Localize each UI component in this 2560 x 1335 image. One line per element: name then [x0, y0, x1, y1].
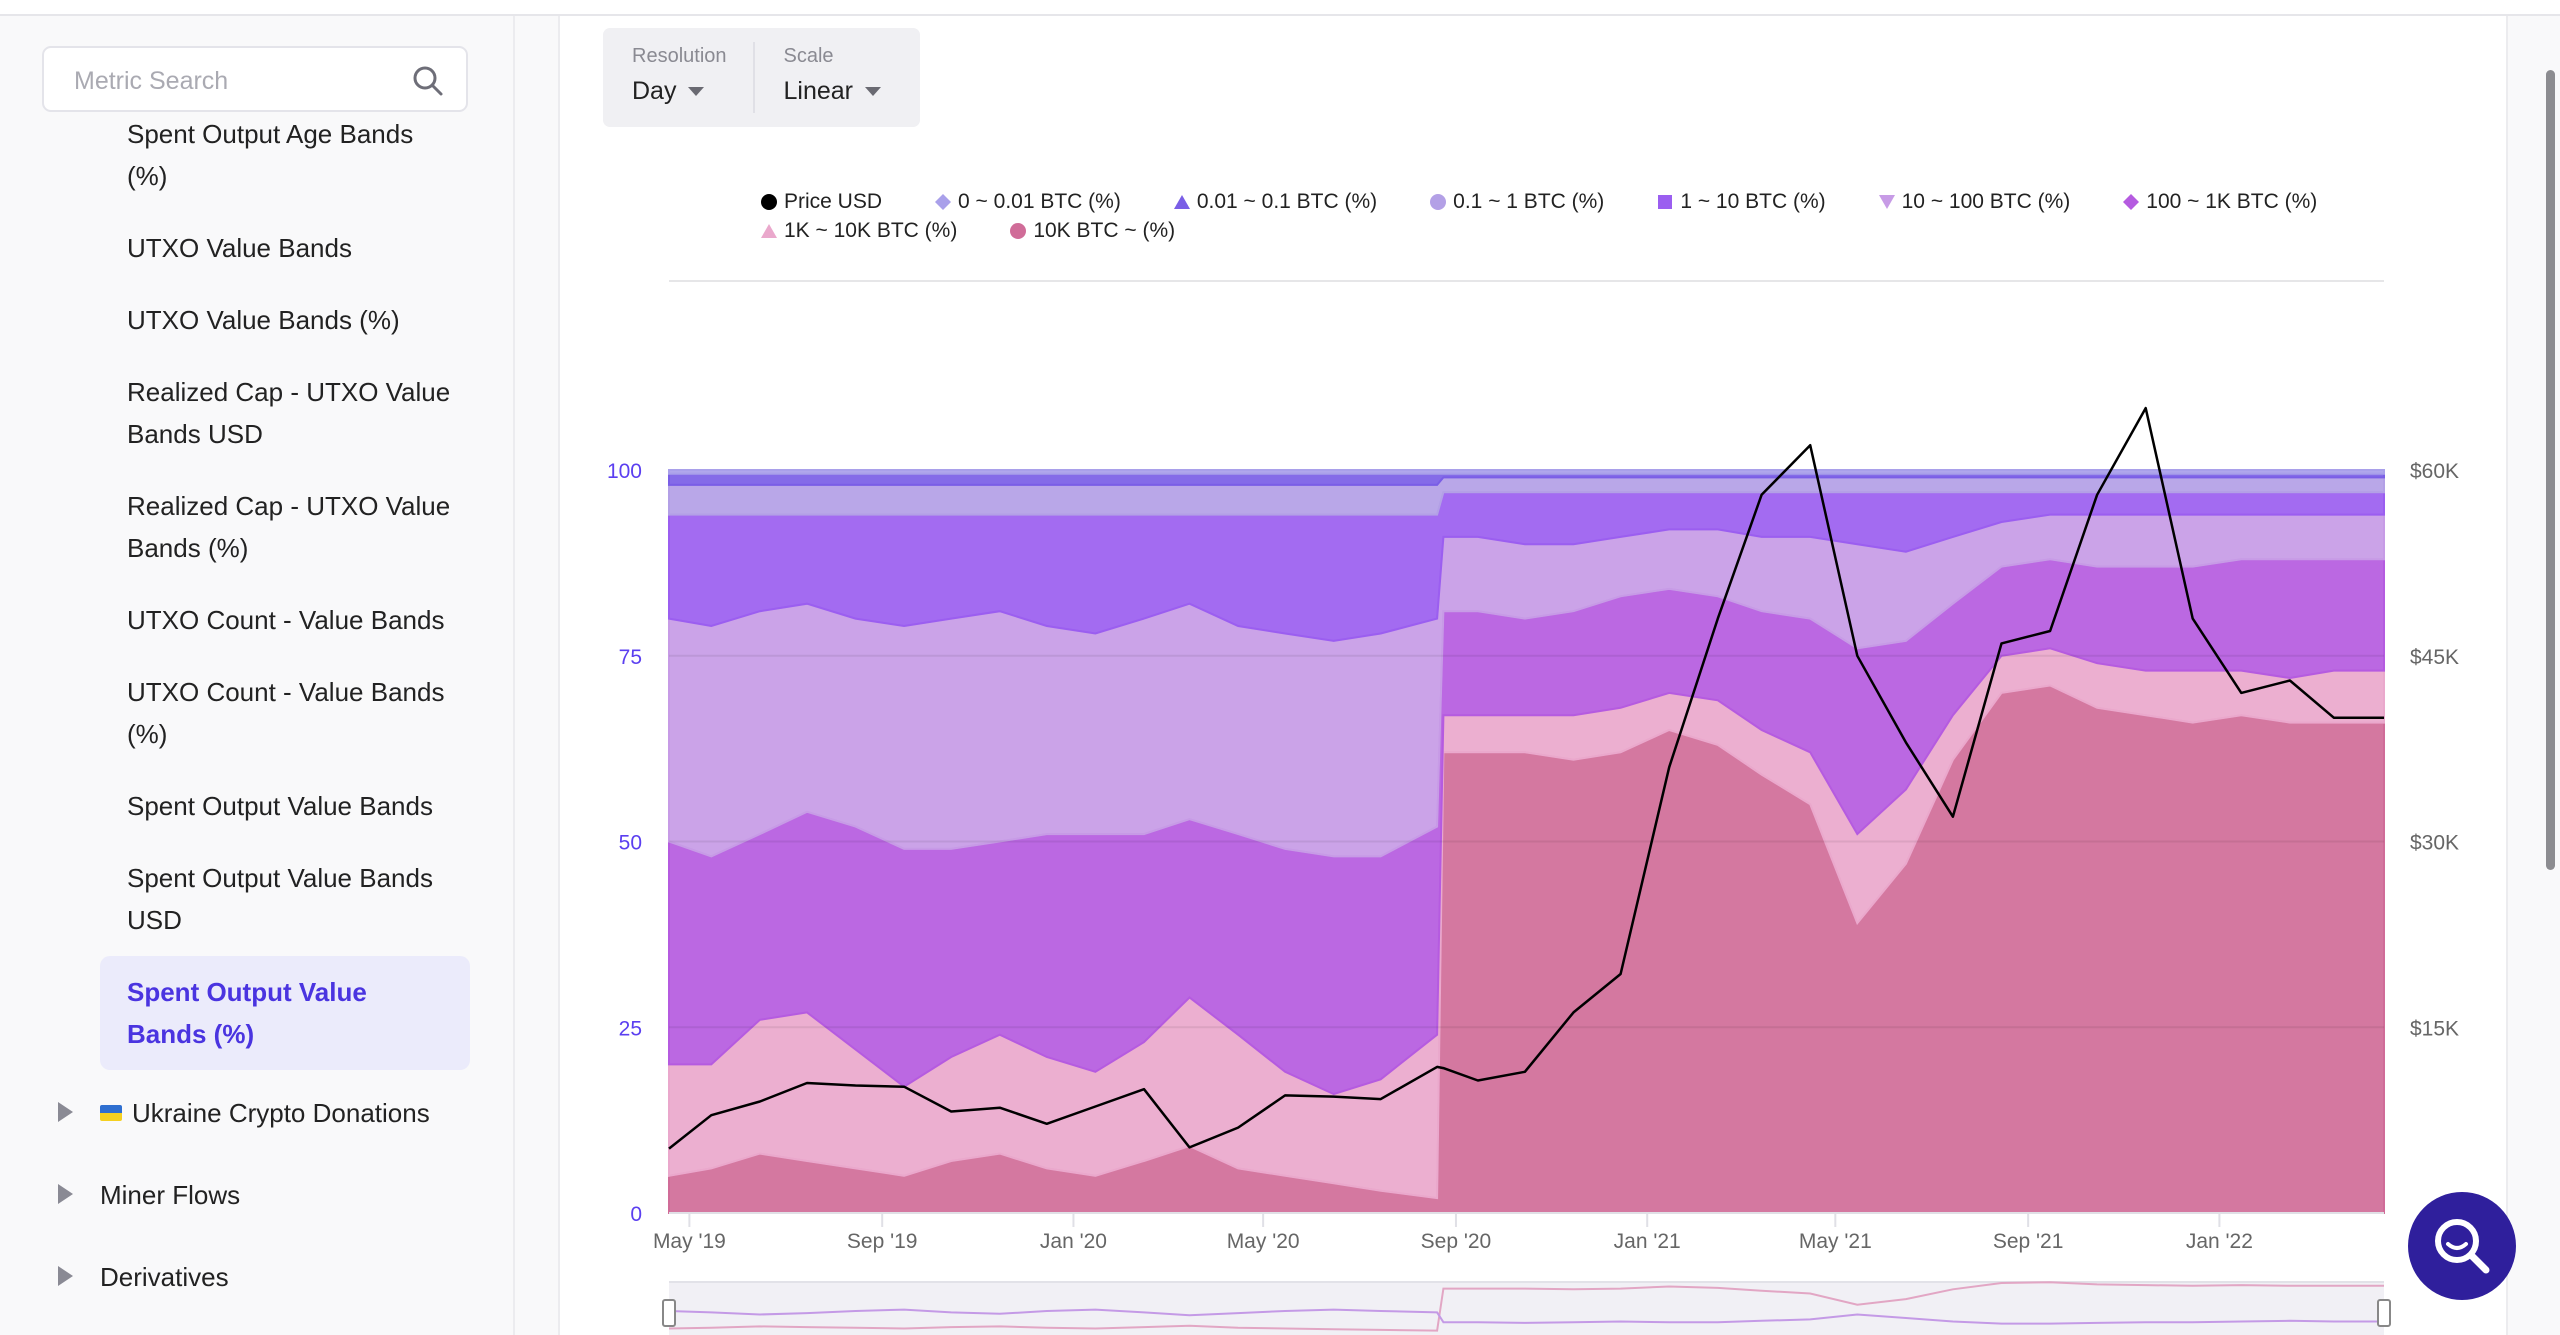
y-left-tick-label: 25: [619, 1017, 642, 1040]
sidebar-group-label: Miner Flows: [100, 1180, 241, 1210]
legend-item-1-10-btc[interactable]: 1 ~ 10 BTC (%): [1656, 189, 1826, 214]
scale-value: Linear: [783, 77, 854, 105]
sidebar-item-label: Spent Output Age Bands (%): [127, 119, 414, 191]
resolution-label: Resolution: [632, 45, 727, 67]
caret-down-icon: [688, 86, 705, 96]
legend-label: 0 ~ 0.01 BTC (%): [958, 189, 1121, 213]
navigator-left-handle[interactable]: [662, 1299, 676, 1327]
scale-select[interactable]: Scale Linear: [755, 28, 882, 127]
sidebar: Spent Output Age Bands (%) UTXO Value Ba…: [0, 16, 515, 1335]
sidebar-item-utxo-value-bands-pct[interactable]: UTXO Value Bands (%): [100, 284, 470, 356]
sidebar-item-label: UTXO Value Bands: [127, 233, 352, 263]
legend-label: 1 ~ 10 BTC (%): [1680, 189, 1826, 213]
navigator-right-handle[interactable]: [2377, 1299, 2391, 1327]
sidebar-item-utxo-count[interactable]: UTXO Count - Value Bands: [100, 584, 470, 656]
y-right-tick-label: $15K: [2410, 1017, 2459, 1040]
circle-marker-icon: [1010, 222, 1027, 239]
sidebar-item-label: UTXO Count - Value Bands: [127, 605, 445, 635]
range-navigator[interactable]: [662, 1281, 2391, 1335]
x-tick-label: Jan '20: [1040, 1230, 1107, 1253]
metric-list: Spent Output Age Bands (%) UTXO Value Ba…: [0, 98, 513, 1318]
legend-label: 100 ~ 1K BTC (%): [2146, 189, 2318, 213]
legend-item-1k-10k-btc[interactable]: 1K ~ 10K BTC (%): [760, 219, 957, 243]
search-fab-button[interactable]: [2408, 1192, 2516, 1300]
sidebar-item-spent-output-value-bands[interactable]: Spent Output Value Bands: [100, 770, 470, 842]
expand-triangle-icon[interactable]: [58, 1184, 73, 1204]
sidebar-item-label: Realized Cap - UTXO Value Bands USD: [127, 377, 451, 449]
resolution-select[interactable]: Resolution Day: [603, 28, 727, 127]
ukraine-flag-icon: [100, 1105, 122, 1121]
y-left-tick-label: 75: [619, 646, 642, 669]
sidebar-group-derivatives[interactable]: Derivatives: [0, 1236, 513, 1318]
sidebar-item-spent-output-value-bands-pct[interactable]: Spent Output Value Bands (%): [100, 956, 470, 1070]
sidebar-group-label: Ukraine Crypto Donations: [132, 1098, 430, 1128]
x-tick-label: Sep '20: [1421, 1230, 1492, 1253]
sidebar-item-label: Spent Output Value Bands (%): [127, 977, 367, 1049]
sidebar-group-miner-flows[interactable]: Miner Flows: [0, 1154, 513, 1236]
x-tick-label: May '20: [1227, 1230, 1300, 1253]
y-left-tick-label: 100: [607, 460, 642, 483]
sidebar-group-ukraine-crypto-donations[interactable]: Ukraine Crypto Donations: [0, 1072, 513, 1154]
triangle-marker-icon: [761, 223, 777, 238]
x-tick-label: Jan '21: [1614, 1230, 1681, 1253]
square-marker-icon: [1658, 194, 1673, 209]
legend-item-10k-btc[interactable]: 10K BTC ~ (%): [1009, 219, 1175, 243]
sidebar-item-realized-cap-pct[interactable]: Realized Cap - UTXO Value Bands (%): [100, 470, 470, 584]
metric-search-input[interactable]: [72, 60, 396, 102]
legend-label: 1K ~ 10K BTC (%): [784, 218, 958, 242]
chart-legend: Price USD 0 ~ 0.01 BTC (%) 0.01 ~ 0.1 BTC …: [760, 187, 2380, 245]
legend-item-0-01-0-1-btc[interactable]: 0.01 ~ 0.1 BTC (%): [1173, 190, 1377, 214]
legend-label: Price USD: [784, 189, 883, 213]
x-tick-label: May '21: [1799, 1230, 1872, 1253]
diamond-marker-icon: [2123, 193, 2140, 210]
triangle-down-marker-icon: [1878, 194, 1895, 209]
diamond-marker-icon: [935, 193, 952, 210]
sidebar-item-label: Spent Output Value Bands USD: [127, 863, 433, 935]
sidebar-item-label: UTXO Count - Value Bands (%): [127, 677, 445, 749]
area-series-0-0-01-btc: [668, 469, 2385, 475]
x-tick-label: Sep '21: [1993, 1230, 2064, 1253]
scale-label: Scale: [783, 45, 834, 67]
sidebar-item-utxo-count-pct[interactable]: UTXO Count - Value Bands (%): [100, 656, 470, 770]
legend-label: 0.01 ~ 0.1 BTC (%): [1196, 189, 1378, 213]
expand-triangle-icon[interactable]: [58, 1102, 73, 1122]
circle-marker-icon: [761, 193, 777, 210]
sidebar-item-label: Spent Output Value Bands: [127, 791, 433, 821]
metric-search[interactable]: [42, 46, 468, 112]
sidebar-item-label: UTXO Value Bands (%): [127, 305, 400, 335]
search-icon[interactable]: [412, 65, 444, 97]
magnifier-icon: [2435, 1219, 2490, 1274]
expand-triangle-icon[interactable]: [58, 1266, 73, 1286]
triangle-marker-icon: [1173, 194, 1190, 209]
legend-item-100-1k-btc[interactable]: 100 ~ 1K BTC (%): [2122, 190, 2317, 214]
legend-label: 10K BTC ~ (%): [1033, 218, 1176, 242]
legend-label: 10 ~ 100 BTC (%): [1901, 189, 2071, 213]
sidebar-item-realized-cap-usd[interactable]: Realized Cap - UTXO Value Bands USD: [100, 356, 470, 470]
y-left-tick-label: 50: [619, 832, 642, 855]
y-right-tick-label: $60K: [2410, 460, 2459, 483]
x-tick-label: Sep '19: [847, 1230, 918, 1253]
sidebar-item-spent-output-value-bands-usd[interactable]: Spent Output Value Bands USD: [100, 842, 470, 956]
legend-item-0-0-01-btc[interactable]: 0 ~ 0.01 BTC (%): [934, 190, 1121, 214]
sidebar-item-label: Realized Cap - UTXO Value Bands (%): [127, 491, 451, 563]
caret-down-icon: [865, 86, 882, 96]
y-right-tick-label: $30K: [2410, 832, 2459, 855]
sidebar-item-utxo-value-bands[interactable]: UTXO Value Bands: [100, 212, 470, 284]
x-tick-label: May '19: [653, 1230, 726, 1253]
circle-marker-icon: [1430, 193, 1447, 210]
scrollbar-thumb[interactable]: [2546, 70, 2555, 870]
legend-item-price-usd[interactable]: Price USD: [760, 190, 882, 214]
chart-toolbar: Resolution Day Scale Linear: [603, 28, 920, 127]
legend-item-10-100-btc[interactable]: 10 ~ 100 BTC (%): [1878, 189, 2071, 214]
sidebar-group-label: Derivatives: [100, 1262, 229, 1292]
sidebar-item-spent-output-age-bands-pct[interactable]: Spent Output Age Bands (%): [100, 98, 470, 212]
legend-label: 0.1 ~ 1 BTC (%): [1453, 189, 1605, 213]
legend-item-0-1-1-btc[interactable]: 0.1 ~ 1 BTC (%): [1429, 190, 1604, 214]
y-right-tick-label: $45K: [2410, 646, 2459, 669]
resolution-value: Day: [632, 77, 677, 105]
x-tick-label: Jan '22: [2186, 1230, 2253, 1253]
y-left-tick-label: 0: [630, 1203, 642, 1226]
